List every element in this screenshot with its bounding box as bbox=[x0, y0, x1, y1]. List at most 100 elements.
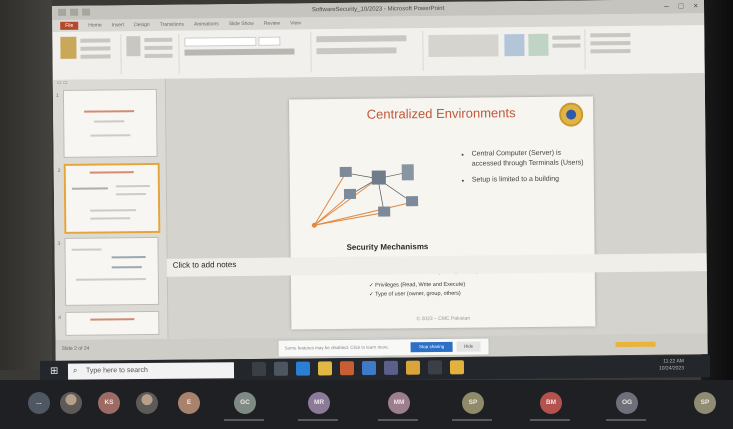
network-diagram bbox=[311, 164, 419, 228]
tab-view[interactable]: View bbox=[290, 20, 301, 26]
drawing-group bbox=[424, 29, 586, 72]
cut-button[interactable] bbox=[80, 38, 111, 43]
settings-icon[interactable] bbox=[427, 360, 443, 375]
slide-title: Centralized Environments bbox=[366, 105, 516, 122]
tab-review[interactable]: Review bbox=[264, 21, 280, 27]
editing-group bbox=[586, 29, 646, 70]
meeting-participants-bar: ... KS E GC MR MM SP BM OG SP bbox=[0, 380, 733, 429]
tab-file[interactable]: File bbox=[60, 21, 79, 30]
windows-taskbar: ⊞ ⌕ Type here to search 11:22 AM 10/24/2… bbox=[39, 355, 711, 383]
font-name-select[interactable] bbox=[184, 36, 257, 47]
teams-icon[interactable] bbox=[383, 360, 399, 375]
database-icon bbox=[401, 164, 414, 181]
notes-app-icon[interactable] bbox=[449, 360, 465, 375]
participant-avatar[interactable]: MM bbox=[388, 392, 410, 414]
tab-design[interactable]: Design bbox=[134, 22, 150, 28]
select-button[interactable] bbox=[590, 48, 631, 54]
tab-insert[interactable]: Insert bbox=[112, 22, 125, 28]
new-slide-button[interactable] bbox=[126, 36, 141, 57]
align-buttons[interactable] bbox=[316, 47, 397, 55]
participant-avatar[interactable]: BM bbox=[540, 392, 562, 414]
widgets-icon[interactable] bbox=[273, 361, 289, 376]
copy-button[interactable] bbox=[80, 46, 111, 51]
tab-transitions[interactable]: Transitions bbox=[160, 22, 184, 28]
slide-counter: Slide 2 of 24 bbox=[61, 345, 90, 352]
workspace: ▭ ▭ 1 2 3 4 Centralized Environments • C… bbox=[52, 73, 708, 340]
stop-sharing-button[interactable]: Stop sharing bbox=[410, 341, 453, 353]
tab-home[interactable]: Home bbox=[88, 22, 101, 28]
font-format-buttons[interactable] bbox=[184, 48, 295, 56]
reset-button[interactable] bbox=[144, 45, 173, 51]
server-icon bbox=[371, 170, 386, 185]
security-heading: Security Mechanisms bbox=[346, 242, 429, 252]
shape-outline-button[interactable] bbox=[552, 43, 581, 48]
slide-canvas[interactable]: Centralized Environments • Central Compu… bbox=[288, 96, 596, 330]
tab-animations[interactable]: Animations bbox=[194, 21, 219, 27]
participant-avatar[interactable]: E bbox=[178, 392, 200, 414]
ribbon bbox=[52, 25, 705, 81]
notes-placeholder[interactable]: Click to add notes bbox=[173, 260, 237, 270]
quick-styles-button[interactable] bbox=[528, 33, 549, 57]
slide-thumbnail[interactable]: 1 bbox=[56, 88, 158, 158]
slide-thumbnail[interactable]: 3 bbox=[57, 236, 160, 306]
participant-name-bar bbox=[530, 419, 570, 421]
security-sublist: ✓ Privileges (Read, Write and Execute) ✓… bbox=[369, 281, 465, 300]
font-group bbox=[180, 32, 312, 74]
participant-avatar[interactable]: GC bbox=[234, 392, 256, 414]
photo-background-left bbox=[0, 0, 52, 370]
section-button[interactable] bbox=[144, 53, 173, 59]
chrome-icon[interactable] bbox=[405, 360, 421, 375]
hide-banner-button[interactable]: Hide bbox=[456, 341, 481, 352]
slide-bullets: Central Computer (Server) is accessed th… bbox=[462, 148, 590, 191]
slide-footer: © 2023 – CMC Pakistan bbox=[416, 315, 471, 323]
participant-photo-avatar[interactable] bbox=[136, 392, 158, 414]
participant-avatar[interactable]: SP bbox=[694, 392, 716, 414]
shape-fill-button[interactable] bbox=[552, 35, 581, 40]
close-icon[interactable]: × bbox=[693, 1, 698, 10]
replace-button[interactable] bbox=[590, 40, 631, 46]
participant-avatar[interactable]: ... bbox=[28, 392, 50, 414]
powerpoint-icon[interactable] bbox=[339, 361, 355, 376]
slide-thumbnail-pane[interactable]: ▭ ▭ 1 2 3 4 bbox=[52, 78, 169, 340]
format-painter-button[interactable] bbox=[80, 54, 111, 59]
taskbar-search-box[interactable]: ⌕ Type here to search bbox=[67, 362, 235, 380]
clipboard-group bbox=[56, 34, 122, 75]
security-subitem: ✓ Type of user (owner, group, others) bbox=[369, 290, 461, 298]
screen-share-banner: Some features may be disabled. Click to … bbox=[277, 337, 490, 358]
zoom-slider[interactable] bbox=[615, 341, 656, 348]
find-button[interactable] bbox=[590, 32, 631, 38]
clock-date: 10/24/2023 bbox=[658, 365, 685, 372]
paste-button[interactable] bbox=[60, 36, 77, 59]
terminal-icon bbox=[406, 196, 419, 207]
minimize-icon[interactable]: – bbox=[664, 2, 669, 11]
edge-icon[interactable] bbox=[295, 361, 311, 376]
tab-slide-show[interactable]: Slide Show bbox=[229, 21, 254, 27]
word-icon[interactable] bbox=[361, 360, 377, 376]
participant-name-bar bbox=[298, 419, 338, 421]
search-icon: ⌕ bbox=[72, 365, 78, 375]
windows-start-icon[interactable]: ⊞ bbox=[50, 366, 58, 377]
participant-avatar[interactable]: KS bbox=[98, 392, 120, 414]
taskbar-apps bbox=[251, 360, 465, 377]
participant-photo-avatar[interactable] bbox=[60, 392, 82, 414]
shapes-gallery[interactable] bbox=[428, 34, 499, 58]
maximize-icon[interactable]: □ bbox=[678, 1, 683, 10]
paragraph-group bbox=[312, 31, 424, 73]
slide-thumbnail[interactable]: 4 bbox=[58, 310, 160, 336]
list-buttons[interactable] bbox=[316, 35, 407, 43]
participant-avatar[interactable]: SP bbox=[462, 392, 484, 414]
slide-thumbnail-selected[interactable]: 2 bbox=[58, 162, 161, 234]
task-view-icon[interactable] bbox=[251, 361, 267, 377]
font-size-select[interactable] bbox=[258, 36, 281, 46]
system-clock[interactable]: 11:22 AM 10/24/2023 bbox=[659, 358, 684, 372]
file-explorer-icon[interactable] bbox=[317, 361, 333, 376]
powerpoint-window: SoftwareSecurity_10/2023 - Microsoft Pow… bbox=[52, 0, 708, 361]
bullet-item: Setup is limited to a building bbox=[472, 174, 590, 185]
participant-avatar[interactable]: OG bbox=[616, 392, 638, 414]
participant-name-bar bbox=[224, 419, 264, 421]
layout-button[interactable] bbox=[144, 37, 173, 43]
arrange-button[interactable] bbox=[504, 34, 525, 57]
bullet-item: Central Computer (Server) is accessed th… bbox=[472, 148, 590, 169]
connection-line bbox=[314, 212, 385, 226]
participant-avatar[interactable]: MR bbox=[308, 392, 330, 414]
